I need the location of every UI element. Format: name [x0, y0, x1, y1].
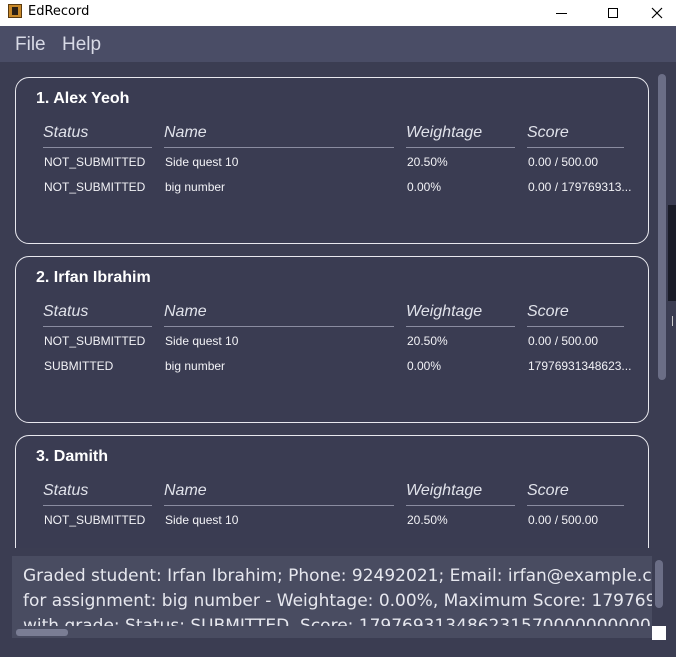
column-divider — [164, 147, 394, 148]
student-list[interactable]: 1. Alex Yeoh Status Name Weightage Score… — [0, 62, 676, 548]
menu-help[interactable]: Help — [62, 34, 101, 56]
column-header-score: Score — [527, 482, 569, 499]
name-cell: Side quest 10 — [165, 155, 239, 169]
name-cell: Side quest 10 — [165, 513, 239, 527]
score-cell: 17976931348623... — [528, 359, 632, 373]
column-header-weightage: Weightage — [406, 303, 483, 320]
minimize-button[interactable] — [538, 0, 584, 26]
column-header-weightage: Weightage — [406, 124, 483, 141]
column-header-name: Name — [164, 303, 207, 320]
result-horizontal-scrollbar-thumb[interactable] — [16, 629, 68, 636]
column-divider — [43, 326, 152, 327]
name-cell: big number — [165, 180, 226, 194]
name-cell: Side quest 10 — [165, 334, 239, 348]
app-icon — [8, 4, 22, 18]
student-card[interactable]: 2. Irfan Ibrahim Status Name Weightage S… — [15, 256, 649, 423]
result-vertical-scrollbar-thumb[interactable] — [655, 560, 663, 608]
name-cell: big number — [165, 359, 226, 373]
student-name: 2. Irfan Ibrahim — [36, 269, 151, 286]
result-vertical-scrollbar[interactable] — [652, 558, 666, 626]
column-divider — [43, 147, 152, 148]
column-divider — [43, 505, 152, 506]
score-cell: 0.00 / 500.00 — [528, 155, 599, 169]
column-header-status: Status — [43, 124, 89, 141]
column-header-status: Status — [43, 303, 89, 320]
column-divider — [527, 147, 624, 148]
weightage-cell: 20.50% — [407, 513, 448, 527]
list-scrollbar-thumb[interactable] — [658, 74, 666, 380]
weightage-cell: 20.50% — [407, 334, 448, 348]
result-line: for assignment: big number - Weightage: … — [23, 591, 652, 611]
column-divider — [406, 505, 515, 506]
status-cell: NOT_SUBMITTED — [44, 513, 146, 527]
score-cell: 0.00 / 500.00 — [528, 334, 599, 348]
student-card[interactable]: 3. Damith Status Name Weightage Score NO… — [15, 435, 649, 548]
status-cell: NOT_SUBMITTED — [44, 180, 146, 194]
result-line: Graded student: Irfan Ibrahim; Phone: 92… — [23, 566, 652, 586]
status-bar — [0, 645, 676, 657]
scrollbar-corner — [652, 626, 666, 640]
column-header-score: Score — [527, 124, 569, 141]
menu-bar: File Help — [0, 26, 676, 62]
student-name: 1. Alex Yeoh — [36, 90, 130, 107]
column-header-name: Name — [164, 124, 207, 141]
result-horizontal-scrollbar[interactable] — [12, 626, 652, 638]
status-cell: SUBMITTED — [44, 359, 114, 373]
column-header-weightage: Weightage — [406, 482, 483, 499]
column-divider — [527, 505, 624, 506]
column-divider — [164, 505, 394, 506]
maximize-button[interactable] — [590, 0, 636, 26]
column-header-name: Name — [164, 482, 207, 499]
weightage-cell: 0.00% — [407, 359, 442, 373]
score-cell: 0.00 / 179769313... — [528, 180, 632, 194]
column-header-status: Status — [43, 482, 89, 499]
column-divider — [527, 326, 624, 327]
list-scrollbar[interactable] — [656, 72, 668, 548]
column-divider — [164, 326, 394, 327]
close-icon — [651, 7, 663, 19]
column-header-score: Score — [527, 303, 569, 320]
menu-file[interactable]: File — [15, 34, 46, 56]
maximize-icon — [608, 8, 618, 18]
student-card[interactable]: 1. Alex Yeoh Status Name Weightage Score… — [15, 77, 649, 244]
close-button[interactable] — [634, 0, 676, 26]
weightage-cell: 20.50% — [407, 155, 448, 169]
window-title: EdRecord — [28, 4, 90, 19]
student-name: 3. Damith — [36, 448, 109, 465]
background-window-strip — [668, 205, 676, 301]
column-divider — [406, 326, 515, 327]
column-divider — [406, 147, 515, 148]
title-bar: EdRecord — [0, 0, 676, 26]
minimize-icon — [555, 12, 567, 14]
status-cell: NOT_SUBMITTED — [44, 155, 146, 169]
status-cell: NOT_SUBMITTED — [44, 334, 146, 348]
score-cell: 0.00 / 500.00 — [528, 513, 599, 527]
weightage-cell: 0.00% — [407, 180, 442, 194]
background-window-edge — [672, 316, 676, 326]
